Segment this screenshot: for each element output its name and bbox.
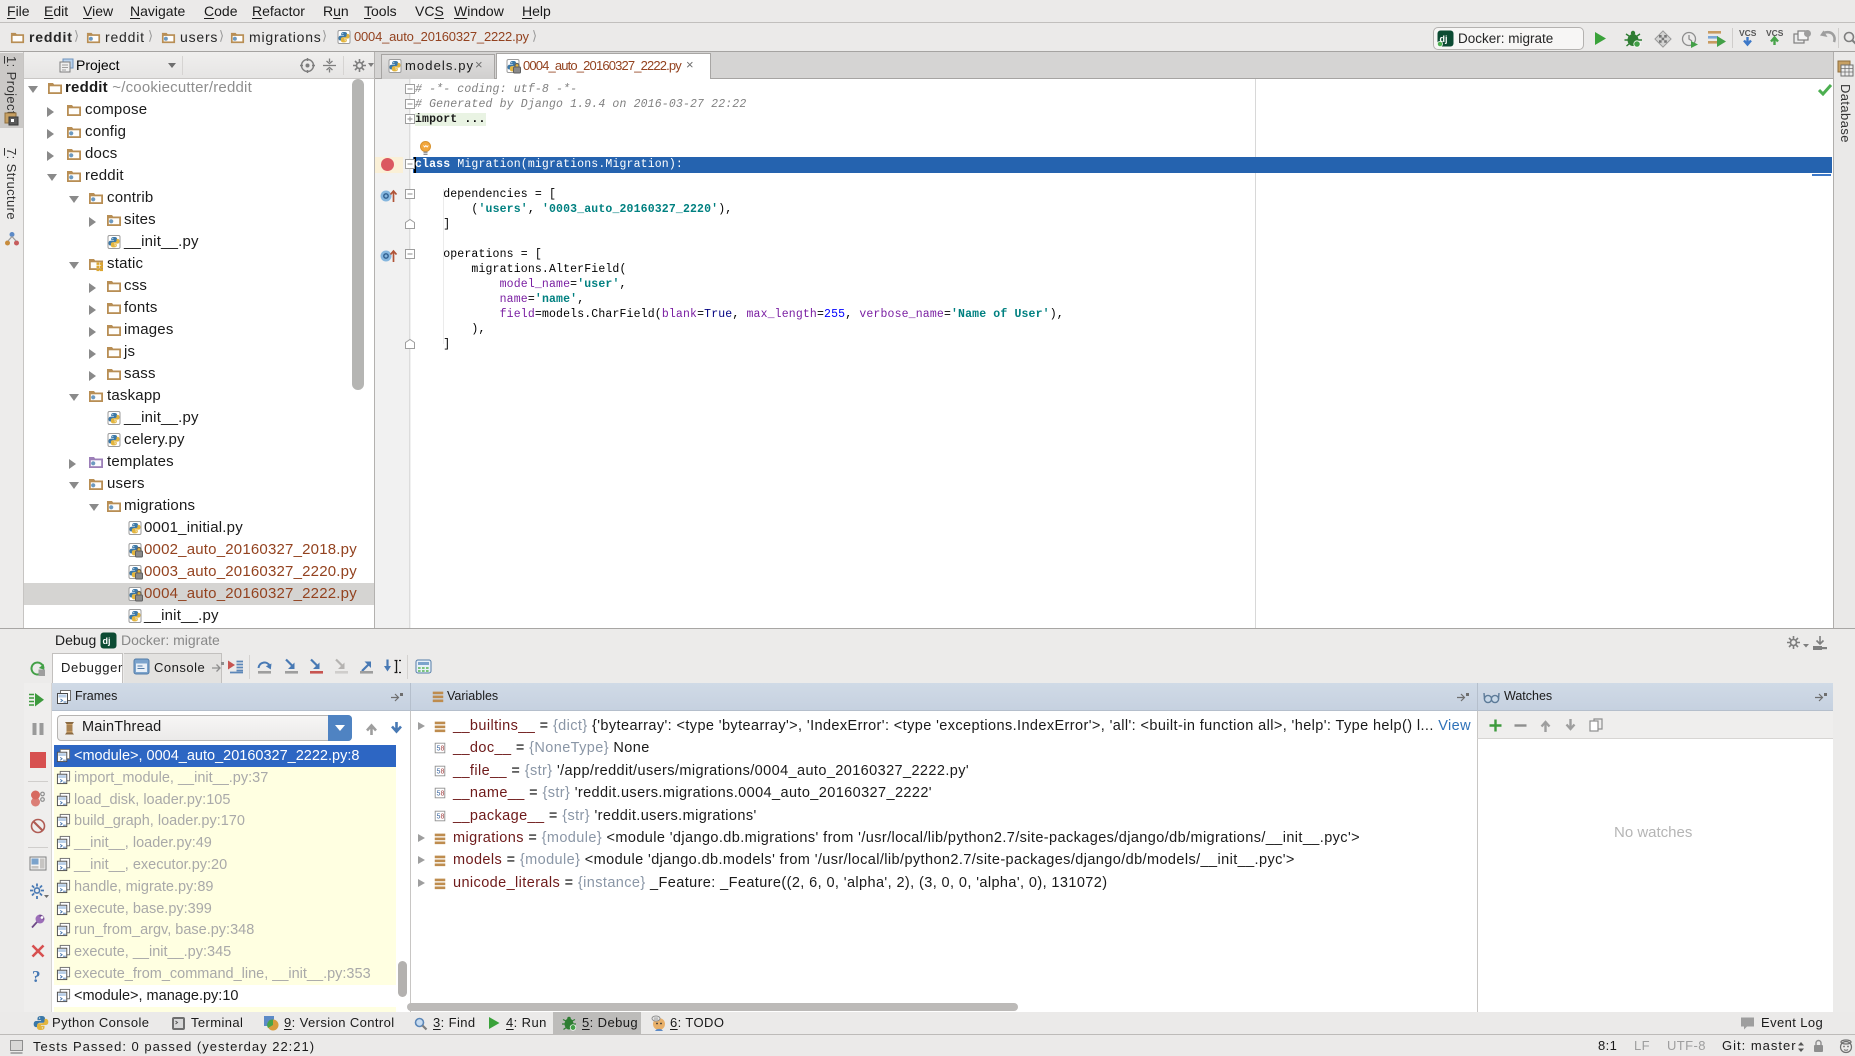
svg-text:VCS: VCS xyxy=(1739,28,1756,38)
svg-text:dj: dj xyxy=(103,636,111,646)
